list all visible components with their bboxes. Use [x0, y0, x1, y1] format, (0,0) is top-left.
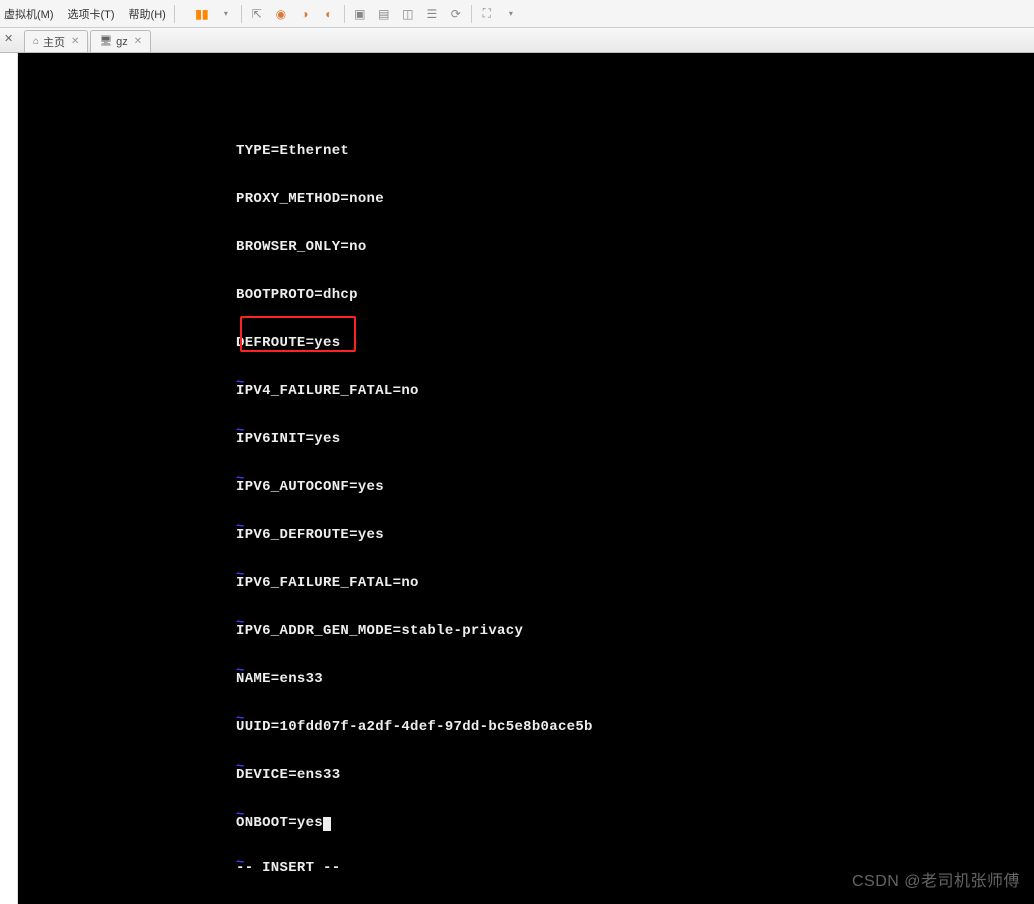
config-line: NAME=ens33: [236, 671, 1034, 687]
config-line: TYPE=Ethernet: [236, 143, 1034, 159]
separator: [241, 5, 242, 23]
config-line-highlighted: ONBOOT=yes: [236, 815, 1034, 831]
send-icon[interactable]: ⇱: [248, 5, 266, 23]
menu-vm[interactable]: 虚拟机(M): [4, 6, 54, 22]
config-line: DEVICE=ens33: [236, 767, 1034, 783]
snapshot-icon[interactable]: ◉: [272, 5, 290, 23]
watermark: CSDN @老司机张师傅: [852, 874, 1020, 890]
dropdown-icon[interactable]: ▾: [217, 5, 235, 23]
tilde-marker: ~: [236, 375, 286, 391]
tilde-marker: ~: [236, 567, 286, 583]
tilde-marker: ~: [236, 471, 286, 487]
menu-tabs[interactable]: 选项卡(T): [68, 6, 115, 22]
config-line: BOOTPROTO=dhcp: [236, 287, 1034, 303]
config-line: DEFROUTE=yes: [236, 335, 1034, 351]
vim-status: -- INSERT --: [236, 860, 340, 876]
close-icon[interactable]: ✕: [71, 36, 79, 47]
dropdown2-icon[interactable]: ▾: [502, 5, 520, 23]
home-icon: ⌂: [33, 36, 39, 47]
config-line: BROWSER_ONLY=no: [236, 239, 1034, 255]
config-line: IPV6_ADDR_GEN_MODE=stable-privacy: [236, 623, 1034, 639]
cycle-icon[interactable]: ⟳: [447, 5, 465, 23]
tabs-bar: ✕ ⌂ 主页 ✕ 🖥 gz ✕: [0, 28, 1034, 53]
tilde-marker: ~: [236, 423, 286, 439]
tab-home[interactable]: ⌂ 主页 ✕: [24, 30, 88, 52]
tab-gz[interactable]: 🖥 gz ✕: [90, 30, 151, 52]
menu-help[interactable]: 帮助(H): [129, 6, 166, 22]
tab-label: gz: [116, 36, 128, 48]
tilde-marker: ~: [236, 519, 286, 535]
config-line: IPV6INIT=yes: [236, 431, 1034, 447]
main-toolbar: 虚拟机(M) 选项卡(T) 帮助(H) ▮▮ ▾ ⇱ ◉ ◑ ◐ ▣ ▤ ◫ ☰…: [0, 0, 1034, 28]
toolbar-actions: ▮▮ ▾ ⇱ ◉ ◑ ◐ ▣ ▤ ◫ ☰ ⟳ ⛶ ▾: [193, 5, 520, 23]
tilde-marker: ~: [236, 807, 286, 823]
fullscreen-icon[interactable]: ▣: [351, 5, 369, 23]
tilde-marker: ~: [236, 711, 286, 727]
empty-lines: ~ ~ ~ ~ ~ ~ ~ ~ ~ ~ ~ ~ ~ ~ ~ ~ ~ ~ ~ ~ …: [236, 343, 286, 904]
manage-icon[interactable]: ◐: [320, 5, 338, 23]
tilde-marker: ~: [236, 615, 286, 631]
config-line: IPV6_FAILURE_FATAL=no: [236, 575, 1034, 591]
separator: [174, 5, 175, 23]
thumbnail-icon[interactable]: ☰: [423, 5, 441, 23]
menu-bar: 虚拟机(M) 选项卡(T) 帮助(H): [4, 6, 166, 22]
vm-icon: 🖥: [99, 36, 112, 47]
tab-label: 主页: [43, 34, 65, 50]
terminal-view[interactable]: TYPE=Ethernet PROXY_METHOD=none BROWSER_…: [18, 53, 1034, 904]
expand-icon[interactable]: ⛶: [478, 5, 496, 23]
config-line: UUID=10fdd07f-a2df-4def-97dd-bc5e8b0ace5…: [236, 719, 1034, 735]
tilde-marker: ~: [236, 759, 286, 775]
close-icon[interactable]: ✕: [134, 36, 142, 47]
separator: [471, 5, 472, 23]
tilde-marker: ~: [236, 663, 286, 679]
config-line: IPV6_DEFROUTE=yes: [236, 527, 1034, 543]
close-panel-icon[interactable]: ✕: [4, 32, 13, 45]
pause-icon[interactable]: ▮▮: [193, 5, 211, 23]
content-area: TYPE=Ethernet PROXY_METHOD=none BROWSER_…: [0, 53, 1034, 904]
config-line: PROXY_METHOD=none: [236, 191, 1034, 207]
config-line: IPV4_FAILURE_FATAL=no: [236, 383, 1034, 399]
revert-icon[interactable]: ◑: [296, 5, 314, 23]
cursor: [323, 817, 331, 831]
config-line: IPV6_AUTOCONF=yes: [236, 479, 1034, 495]
separator: [344, 5, 345, 23]
console-icon[interactable]: ◫: [399, 5, 417, 23]
left-sidebar: [0, 53, 18, 904]
unity-icon[interactable]: ▤: [375, 5, 393, 23]
